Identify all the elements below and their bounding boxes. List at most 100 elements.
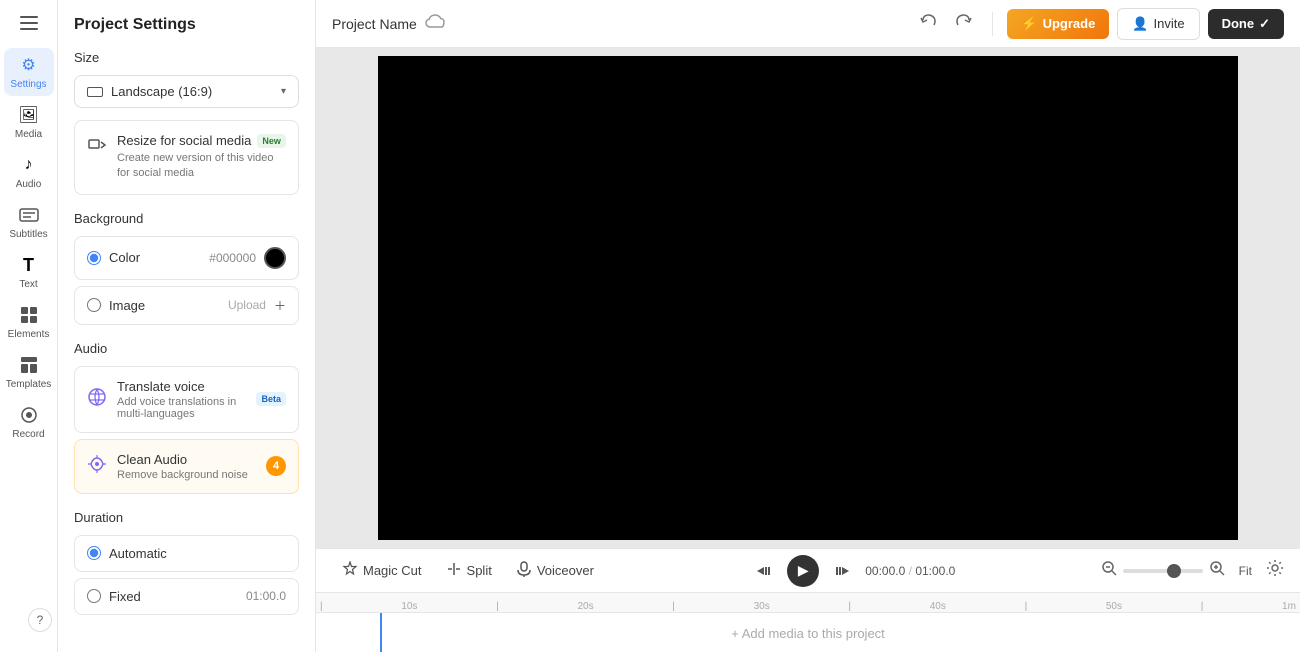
ruler-mark-10: 10s bbox=[401, 601, 417, 612]
fixed-value: 01:00.0 bbox=[246, 589, 286, 603]
fit-button[interactable]: Fit bbox=[1231, 560, 1260, 582]
audio-icon: ♪ bbox=[18, 154, 40, 176]
media-icon: 🖼 bbox=[18, 104, 40, 126]
project-name: Project Name bbox=[332, 16, 417, 32]
current-time: 00:00.0 bbox=[865, 564, 905, 578]
upgrade-button[interactable]: ⚡ Upgrade bbox=[1007, 9, 1109, 39]
image-label: Image bbox=[109, 298, 145, 313]
text-icon: T bbox=[18, 254, 40, 276]
magic-cut-button[interactable]: Magic Cut bbox=[332, 556, 432, 585]
background-image-option[interactable]: Image Upload ＋ bbox=[74, 286, 299, 325]
ruler-mark-20: 20s bbox=[577, 601, 593, 612]
voiceover-button[interactable]: Voiceover bbox=[506, 556, 604, 585]
ruler-mark-0: | bbox=[320, 601, 323, 612]
sidebar-item-text[interactable]: T Text bbox=[4, 248, 54, 296]
elements-icon bbox=[18, 304, 40, 326]
automatic-radio[interactable] bbox=[87, 546, 101, 560]
chevron-down-icon: ▾ bbox=[281, 86, 286, 97]
playback-controls: ▶ 00:00.0 / 01:00.0 bbox=[749, 555, 955, 587]
ruler-mark-51: | bbox=[1201, 601, 1204, 612]
video-preview bbox=[316, 48, 1300, 548]
size-selected-label: Landscape (16:9) bbox=[111, 84, 212, 99]
translate-card-description: Add voice translations in multi-language… bbox=[117, 396, 246, 420]
color-value: #000000 bbox=[209, 251, 256, 265]
add-media-label: + Add media to this project bbox=[731, 626, 885, 641]
magic-cut-label: Magic Cut bbox=[363, 563, 422, 578]
color-radio[interactable] bbox=[87, 251, 101, 265]
sidebar-item-subtitles[interactable]: Subtitles bbox=[4, 198, 54, 246]
subtitles-icon bbox=[18, 204, 40, 226]
translate-voice-card[interactable]: Translate voice Add voice translations i… bbox=[74, 366, 299, 433]
help-button[interactable]: ? bbox=[28, 608, 52, 632]
skip-forward-button[interactable] bbox=[827, 556, 857, 586]
app-container: ⚙ Settings 🖼 Media ♪ Audio Subtitles T T… bbox=[0, 0, 1300, 652]
clean-audio-badge: 4 bbox=[266, 456, 286, 476]
landscape-icon bbox=[87, 87, 103, 97]
sidebar-item-record[interactable]: Record bbox=[4, 398, 54, 446]
sidebar-item-settings[interactable]: ⚙ Settings bbox=[4, 48, 54, 96]
settings-icon: ⚙ bbox=[18, 54, 40, 76]
zoom-in-button[interactable] bbox=[1209, 560, 1225, 581]
settings-panel: Project Settings Size Landscape (16:9) ▾… bbox=[58, 0, 316, 652]
top-bar: Project Name ⚡ Upgrade 👤 Invite bbox=[316, 0, 1300, 48]
resize-card-description: Create new version of this video for soc… bbox=[117, 151, 286, 182]
split-button[interactable]: Split bbox=[436, 556, 502, 585]
clean-audio-card[interactable]: Clean Audio Remove background noise 4 bbox=[74, 439, 299, 494]
templates-icon bbox=[18, 354, 40, 376]
sidebar-item-audio[interactable]: ♪ Audio bbox=[4, 148, 54, 196]
image-radio[interactable] bbox=[87, 298, 101, 312]
timeline-add-media[interactable]: + Add media to this project bbox=[316, 613, 1300, 652]
upload-icon[interactable]: ＋ bbox=[274, 297, 286, 314]
time-display: 00:00.0 / 01:00.0 bbox=[865, 564, 955, 578]
timeline-area: | 10s | 20s | 30s | 40s | 50s | 1m + Add… bbox=[316, 592, 1300, 652]
hamburger-button[interactable] bbox=[4, 8, 54, 38]
done-label: Done bbox=[1222, 16, 1255, 31]
invite-button[interactable]: 👤 Invite bbox=[1117, 8, 1199, 40]
duration-fixed-option[interactable]: Fixed 01:00.0 bbox=[74, 578, 299, 615]
size-section-label: Size bbox=[74, 50, 299, 65]
color-swatch[interactable] bbox=[264, 247, 286, 269]
timeline-ruler: | 10s | 20s | 30s | 40s | 50s | 1m bbox=[316, 593, 1300, 613]
ruler-mark-1m: 1m bbox=[1282, 601, 1296, 612]
audio-section-label: Audio bbox=[74, 341, 299, 356]
duration-automatic-option[interactable]: Automatic bbox=[74, 535, 299, 572]
fixed-label: Fixed bbox=[109, 589, 141, 604]
play-button[interactable]: ▶ bbox=[787, 555, 819, 587]
fixed-radio[interactable] bbox=[87, 589, 101, 603]
sidebar-item-subtitles-label: Subtitles bbox=[9, 229, 47, 240]
sidebar-item-settings-label: Settings bbox=[10, 79, 46, 90]
sidebar-item-templates[interactable]: Templates bbox=[4, 348, 54, 396]
clean-audio-description: Remove background noise bbox=[117, 469, 248, 481]
clean-audio-icon bbox=[87, 454, 107, 479]
zoom-slider[interactable] bbox=[1123, 569, 1203, 573]
new-badge: New bbox=[257, 134, 286, 148]
skip-back-button[interactable] bbox=[749, 556, 779, 586]
right-controls: Fit bbox=[1101, 559, 1284, 582]
background-color-option[interactable]: Color #000000 bbox=[74, 236, 299, 280]
invite-label: Invite bbox=[1154, 16, 1185, 31]
timeline-settings-button[interactable] bbox=[1266, 559, 1284, 582]
done-button[interactable]: Done ✓ bbox=[1208, 9, 1284, 39]
redo-button[interactable] bbox=[948, 8, 978, 39]
ruler-mark-41: | bbox=[1025, 601, 1028, 612]
sidebar-item-media[interactable]: 🖼 Media bbox=[4, 98, 54, 146]
zoom-thumb bbox=[1167, 564, 1181, 578]
cloud-icon[interactable] bbox=[425, 13, 447, 34]
record-icon bbox=[18, 404, 40, 426]
main-area: Project Name ⚡ Upgrade 👤 Invite bbox=[316, 0, 1300, 652]
sidebar-item-templates-label: Templates bbox=[6, 379, 52, 390]
upgrade-icon: ⚡ bbox=[1021, 16, 1037, 32]
undo-button[interactable] bbox=[914, 8, 944, 39]
ruler-mark-40: 40s bbox=[930, 601, 946, 612]
bottom-toolbar: Magic Cut Split Voiceover ▶ bbox=[316, 548, 1300, 592]
resize-card-title: Resize for social media New bbox=[117, 133, 286, 148]
checkmark-icon: ✓ bbox=[1259, 16, 1270, 32]
sidebar-item-elements[interactable]: Elements bbox=[4, 298, 54, 346]
total-time: 01:00.0 bbox=[915, 564, 955, 578]
resize-card[interactable]: Resize for social media New Create new v… bbox=[74, 120, 299, 195]
size-dropdown[interactable]: Landscape (16:9) ▾ bbox=[74, 75, 299, 108]
help-icon: ? bbox=[37, 613, 44, 627]
panel-title: Project Settings bbox=[74, 16, 299, 34]
voiceover-label: Voiceover bbox=[537, 563, 594, 578]
zoom-out-button[interactable] bbox=[1101, 560, 1117, 581]
